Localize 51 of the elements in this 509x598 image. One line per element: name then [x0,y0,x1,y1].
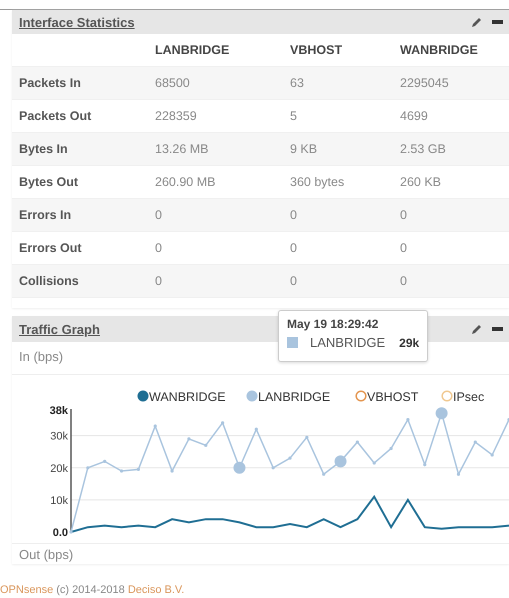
edit-icon[interactable] [470,16,482,28]
table-cell-text: 2295045 [399,76,450,90]
copyright-text: OPNsense (c) 2014-2018 Deciso B.V. [0,584,186,596]
table-cell-text: 0 [154,208,163,222]
column-header: WANBRIDGE [399,43,479,57]
axis-tick-label: 0.0 [52,527,68,539]
edit-icon[interactable] [470,323,482,335]
table-cell-text: 5 [289,109,298,123]
legend-marker-icon[interactable] [138,390,148,402]
legend-label[interactable]: LANBRIDGE [258,390,330,404]
axis-tick-label: 20k [50,462,68,475]
table-cell-text: 0 [399,208,408,222]
table-cell-text: 0 [289,208,298,222]
table-cell-text: 0 [289,274,298,288]
row-label: Bytes Out [18,175,80,189]
table-cell-text: 63 [289,76,305,90]
legend-marker-icon[interactable] [355,390,367,402]
table-cell-text: 13.26 MB [154,142,210,156]
column-header: LANBRIDGE [154,43,230,57]
legend-label[interactable]: WANBRIDGE [149,390,226,404]
table-cell-text: 260.90 MB [154,175,216,189]
table-cell-text: 228359 [154,109,198,123]
axis-title: Out (bps) [12,543,509,564]
legend-marker-icon[interactable] [441,390,453,402]
table-cell-text: 0 [399,274,408,288]
row-label: Errors In [18,208,72,222]
row-label: Packets Out [18,109,92,123]
legend-label[interactable]: VBHOST [367,390,418,404]
row-label: Collisions [18,274,80,288]
column-header: VBHOST [289,43,344,57]
table-cell-text: 68500 [154,76,191,90]
table-cell-text: 0 [154,241,163,255]
row-label: Packets In [18,76,82,90]
table-cell-text: 2.53 GB [399,142,447,156]
table-cell-text: 0 [289,241,298,255]
table-cell-text: 0 [154,274,163,288]
table-cell-text: 4699 [399,109,429,123]
panel-title-link[interactable]: Interface Statistics [19,14,135,30]
legend-marker-icon[interactable] [246,390,258,402]
table-cell-text: 9 KB [289,142,318,156]
tooltip-time: May 19 18:29:42 [287,317,380,331]
axis-tick-label: 38k [50,405,68,417]
legend-label[interactable]: IPsec [453,390,484,404]
row-label: Errors Out [18,241,83,255]
table-cell-text: 0 [399,241,408,255]
row-label: Bytes In [18,142,69,156]
panel-title-link[interactable]: Traffic Graph [19,322,100,336]
axis-tick-label: 30k [50,430,68,443]
table-cell-text: 360 bytes [289,175,346,189]
axis-tick-label: 10k [50,494,68,507]
table-cell-text: 260 KB [399,175,442,189]
